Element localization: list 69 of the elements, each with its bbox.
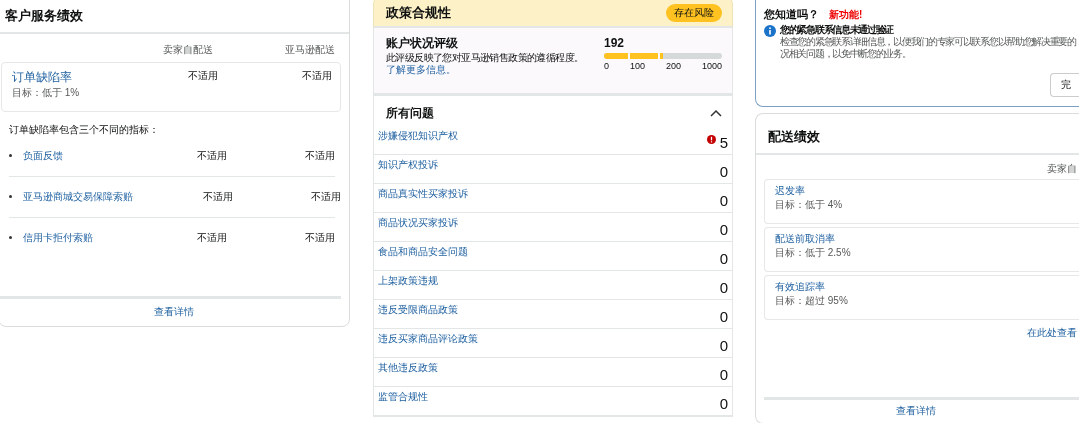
issue-count: 0 <box>719 367 728 382</box>
learn-more-link[interactable]: 了解更多信息。 <box>386 64 456 76</box>
card-title: 配送绩效 <box>756 114 1079 155</box>
column-header: 卖家自配送 <box>162 43 213 56</box>
sub-metric-link[interactable]: 负面反馈 <box>23 150 63 162</box>
metric-value: 不适用 <box>304 232 335 244</box>
sub-metric-link[interactable]: 亚马逊商城交易保障索赔 <box>23 191 133 203</box>
card-title: 政策合规性 <box>386 4 451 21</box>
view-details-link[interactable]: 查看详情 <box>154 306 194 317</box>
metric-target: 目标：低于 2.5% <box>775 246 852 259</box>
rating-title: 账户状况评级 <box>386 36 459 51</box>
metric-link[interactable]: 有效追踪率 <box>775 280 825 293</box>
scale-label: 1000 <box>701 61 722 73</box>
card-title: 客户服务绩效 <box>0 0 349 34</box>
metric-value: 不适用 <box>196 150 227 162</box>
bullet-icon <box>9 236 12 240</box>
metric-value: 不适用 <box>196 232 227 244</box>
issue-link[interactable]: 违反受限商品政策 <box>378 304 458 316</box>
sub-metric-link[interactable]: 信用卡拒付索赔 <box>23 232 93 244</box>
metric-link[interactable]: 订单缺陷率 <box>12 69 72 84</box>
view-details-link[interactable]: 查看详情 <box>896 404 936 416</box>
scale-label: 200 <box>665 61 681 73</box>
status-badge: 存在风险 <box>666 3 722 22</box>
metric-target: 目标：低于 1% <box>12 87 81 99</box>
notice-text: 况相关问题，以免中断您的业务。 <box>780 48 912 61</box>
issue-link[interactable]: 涉嫌侵犯知识产权 <box>378 130 458 142</box>
section-title: 所有问题 <box>386 105 434 121</box>
bullet-icon <box>9 195 12 199</box>
issue-count: 0 <box>719 309 728 324</box>
issue-count: 0 <box>719 222 728 237</box>
metric-value: 不适用 <box>304 150 335 162</box>
notice-title: 您知道吗？ <box>764 8 819 22</box>
bullet-icon <box>9 154 12 158</box>
metric-value: 不适用 <box>202 191 233 203</box>
view-link[interactable]: 在此处查看 <box>1027 326 1077 338</box>
issue-link[interactable]: 商品状况买家投诉 <box>378 217 458 229</box>
issue-link[interactable]: 其他违反政策 <box>378 362 438 374</box>
issue-count: 5 <box>719 135 728 150</box>
rating-description: 此评级反映了您对亚马逊销售政策的遵循程度。 <box>386 52 585 65</box>
metric-value: 不适用 <box>301 69 332 82</box>
issue-link[interactable]: 上架政策违规 <box>378 275 438 287</box>
info-icon <box>764 25 776 38</box>
column-header: 亚马逊配送 <box>284 43 335 56</box>
rating-score: 192 <box>604 36 626 51</box>
issue-count: 0 <box>719 164 728 179</box>
issue-count: 0 <box>719 396 728 411</box>
issue-link[interactable]: 违反买家商品评论政策 <box>378 333 478 345</box>
metric-target: 目标：低于 4% <box>775 198 844 211</box>
done-button[interactable]: 完 <box>1050 73 1079 97</box>
intro-text: 订单缺陷率包含三个不同的指标： <box>8 123 160 136</box>
issue-count: 0 <box>719 338 728 353</box>
notice-heading: 您的紧急联系信息未通过验证 <box>780 24 895 36</box>
metric-value: 不适用 <box>187 69 218 82</box>
issue-count: 0 <box>719 280 728 295</box>
issue-link[interactable]: 知识产权投诉 <box>378 159 438 171</box>
scale-label: 0 <box>604 61 609 73</box>
issue-count: 0 <box>719 193 728 208</box>
issue-count: 0 <box>719 251 728 266</box>
metric-target: 目标：超过 95% <box>775 294 849 307</box>
column-header: 卖家自 <box>1046 161 1078 176</box>
new-feature-label: 新功能! <box>829 9 863 21</box>
metric-link[interactable]: 迟发率 <box>775 184 805 197</box>
issue-link[interactable]: 商品真实性买家投诉 <box>378 188 468 200</box>
notice-text: 检查您的紧急联系详细信息，以便我们的专家可以联系您以帮助您解决重要的 <box>780 36 1076 48</box>
scale-label: 100 <box>629 61 645 73</box>
issue-link[interactable]: 食品和商品安全问题 <box>378 246 468 258</box>
metric-link[interactable]: 配送前取消率 <box>775 232 835 245</box>
issue-link[interactable]: 监管合规性 <box>378 391 428 403</box>
metric-value: 不适用 <box>310 191 341 203</box>
